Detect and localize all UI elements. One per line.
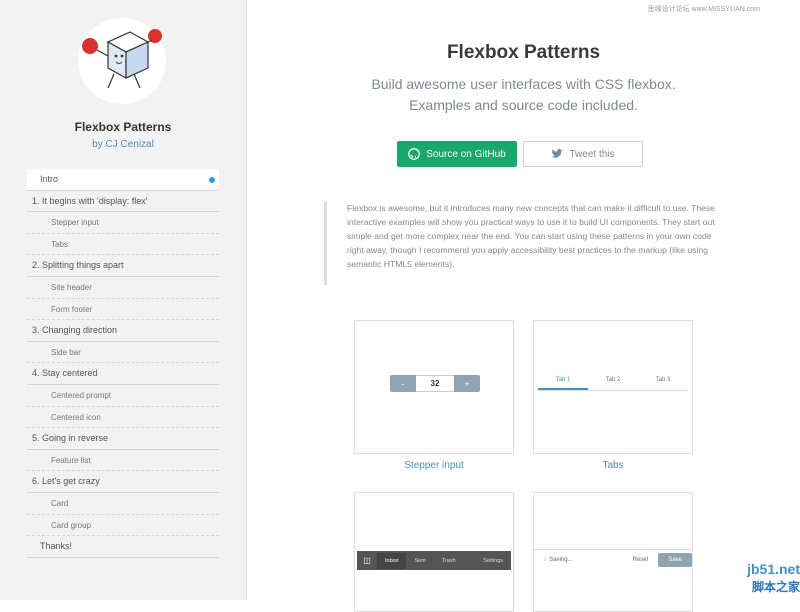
- sidebar-nav-label: Card group: [51, 520, 92, 530]
- sidebar-nav-label: 6. Let's get crazy: [32, 476, 100, 487]
- site-header: ◫ Inbox Sent Trash Settings: [357, 551, 511, 570]
- sidebar-nav-item[interactable]: Centered icon: [27, 407, 219, 429]
- sidebar-nav-label: Feature list: [51, 455, 91, 465]
- sidebar-nav-label: Centered prompt: [51, 390, 112, 400]
- brand-author-link[interactable]: by CJ Cenizal: [0, 139, 246, 150]
- sidebar-nav-item[interactable]: 4. Stay centered: [27, 363, 219, 385]
- sidebar-nav-item[interactable]: Card: [27, 493, 219, 515]
- stepper-caption-link[interactable]: Stepper input: [354, 460, 514, 471]
- stepper-input: - 32 +: [390, 375, 480, 392]
- header-item-settings[interactable]: Settings: [483, 558, 503, 564]
- watermark-bottom-right: jb51.net 脚本之家: [690, 560, 800, 600]
- spinner-icon: ◌: [544, 557, 548, 563]
- sidebar-nav-item[interactable]: Side bar: [27, 342, 219, 364]
- sidebar-nav-item[interactable]: Feature list: [27, 450, 219, 472]
- github-icon: [408, 148, 421, 160]
- sidebar-nav-item[interactable]: 2. Splitting things apart: [27, 255, 219, 277]
- sidebar-nav-item[interactable]: Tabs: [27, 234, 219, 256]
- tweet-button-label: Tweet this: [569, 148, 615, 160]
- sidebar-nav-item[interactable]: Centered prompt: [27, 385, 219, 407]
- sidebar-nav-label: 3. Changing direction: [32, 325, 118, 336]
- watermark-site: jb51.net: [747, 561, 800, 577]
- logo: [78, 18, 166, 104]
- sidebar: Flexbox Patterns by CJ Cenizal Intro 1. I…: [0, 0, 247, 600]
- sidebar-nav-item[interactable]: Thanks!: [27, 536, 219, 558]
- sidebar-nav-item[interactable]: Site header: [27, 277, 219, 299]
- sidebar-nav-item[interactable]: Form footer: [27, 299, 219, 321]
- sidebar-nav-label: 5. Going in reverse: [32, 433, 109, 444]
- main-content: 思缘设计论坛 www.MISSYUAN.com Flexbox Patterns…: [247, 0, 800, 612]
- stepper-value[interactable]: 32: [416, 375, 454, 392]
- header-item-trash[interactable]: Trash: [434, 558, 464, 564]
- save-button[interactable]: Save: [658, 553, 692, 567]
- sidebar-nav-label: Side bar: [51, 347, 81, 357]
- watermark-name: 脚本之家: [751, 580, 800, 594]
- sidebar-nav-label: Thanks!: [40, 541, 73, 552]
- decrement-button[interactable]: -: [390, 375, 416, 392]
- form-footer-example-card[interactable]: ◌ Saving... Reset Save: [533, 492, 693, 612]
- sidebar-nav: Intro 1. It begins with 'display: flex' St…: [27, 169, 219, 558]
- sidebar-nav-label: Tabs: [51, 239, 68, 249]
- sidebar-nav-item[interactable]: Stepper input: [27, 212, 219, 234]
- github-button-label: Source on GitHub: [426, 148, 506, 160]
- form-footer: ◌ Saving... Reset Save: [534, 549, 692, 570]
- inbox-tray-icon[interactable]: ◫: [357, 556, 377, 565]
- page-title: Flexbox Patterns: [446, 42, 601, 63]
- sidebar-nav-item[interactable]: 1. It begins with 'display: flex': [27, 191, 219, 213]
- tab-3[interactable]: Tab 3: [638, 377, 688, 390]
- sidebar-nav-label: 4. Stay centered: [32, 368, 98, 379]
- sidebar-nav-label: 1. It begins with 'display: flex': [32, 195, 148, 206]
- github-button[interactable]: Source on GitHub: [397, 141, 517, 167]
- tab-1[interactable]: Tab 1: [538, 377, 588, 390]
- boxing-cube-icon: [82, 29, 162, 89]
- sidebar-nav-label: Site header: [51, 282, 92, 292]
- header-item-inbox[interactable]: Inbox: [377, 552, 407, 569]
- tabs-caption-link[interactable]: Tabs: [533, 460, 693, 471]
- tabs-example-card[interactable]: Tab 1 Tab 2 Tab 3: [533, 320, 693, 454]
- site-header-example-card[interactable]: ◫ Inbox Sent Trash Settings: [354, 492, 514, 612]
- sidebar-nav-label: Centered icon: [51, 412, 101, 422]
- increment-button[interactable]: +: [454, 375, 480, 392]
- tagline-line-2: Examples and source code included.: [409, 97, 638, 113]
- header-item-sent[interactable]: Sent: [406, 558, 433, 564]
- sidebar-nav-item[interactable]: Card group: [27, 515, 219, 537]
- sidebar-nav-item[interactable]: 6. Let's get crazy: [27, 471, 219, 493]
- watermark-top: 思缘设计论坛 www.MISSYUAN.com: [647, 6, 760, 13]
- saving-text: Saving...: [549, 557, 573, 563]
- sidebar-nav-label: Card: [51, 498, 69, 508]
- tagline-line-1: Build awesome user interfaces with CSS f…: [371, 76, 676, 92]
- sidebar-nav-label: Intro: [40, 174, 59, 184]
- tweet-button[interactable]: Tweet this: [523, 141, 643, 167]
- reset-button[interactable]: Reset: [633, 557, 649, 563]
- tab-bar: Tab 1 Tab 2 Tab 3: [538, 377, 688, 391]
- sidebar-nav-item[interactable]: 5. Going in reverse: [27, 428, 219, 450]
- brand-title: Flexbox Patterns: [74, 120, 172, 134]
- active-indicator-dot: [209, 177, 215, 183]
- stepper-example-card[interactable]: - 32 +: [354, 320, 514, 454]
- tagline: Build awesome user interfaces with CSS f…: [247, 74, 800, 116]
- saving-status: ◌ Saving...: [544, 557, 573, 563]
- sidebar-nav-label: Stepper input: [51, 218, 99, 228]
- sidebar-nav-label: 2. Splitting things apart: [32, 260, 124, 271]
- tab-2[interactable]: Tab 2: [588, 377, 638, 390]
- twitter-bird-icon: [551, 149, 563, 158]
- sidebar-nav-item[interactable]: 3. Changing direction: [27, 320, 219, 342]
- sidebar-nav-item[interactable]: Intro: [27, 169, 219, 191]
- sidebar-nav-label: Form footer: [51, 304, 93, 314]
- intro-paragraph: Flexbox is awesome, but it introduces ma…: [324, 201, 717, 285]
